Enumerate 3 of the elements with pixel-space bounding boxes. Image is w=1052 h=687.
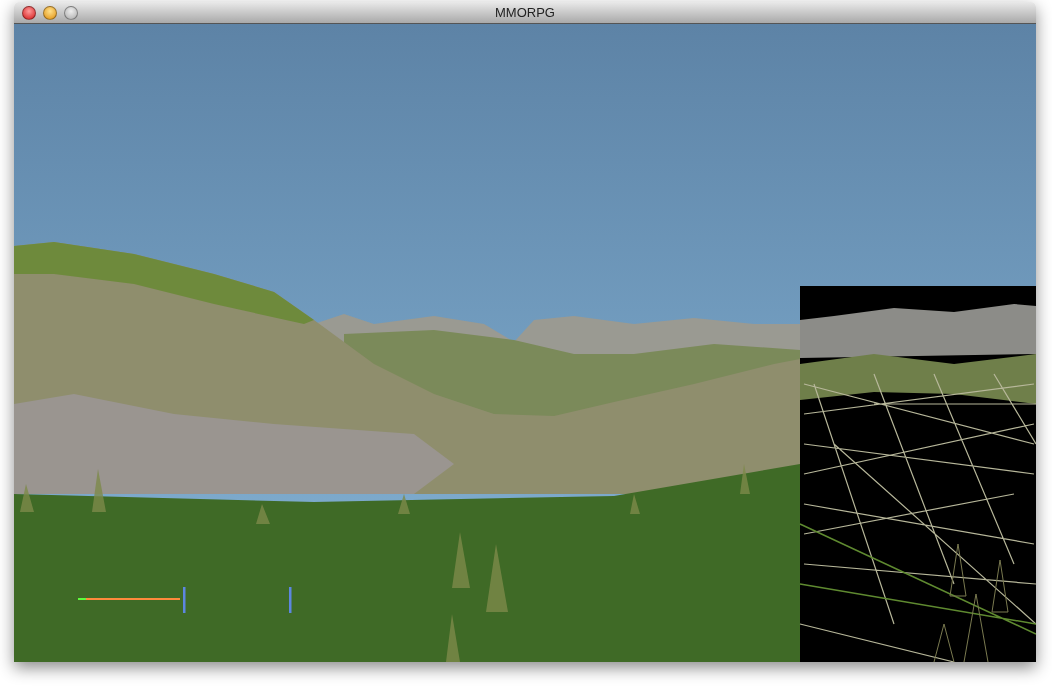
close-button[interactable] [22, 5, 36, 20]
minimize-button[interactable] [43, 5, 57, 20]
window-title: MMORPG [495, 4, 555, 20]
